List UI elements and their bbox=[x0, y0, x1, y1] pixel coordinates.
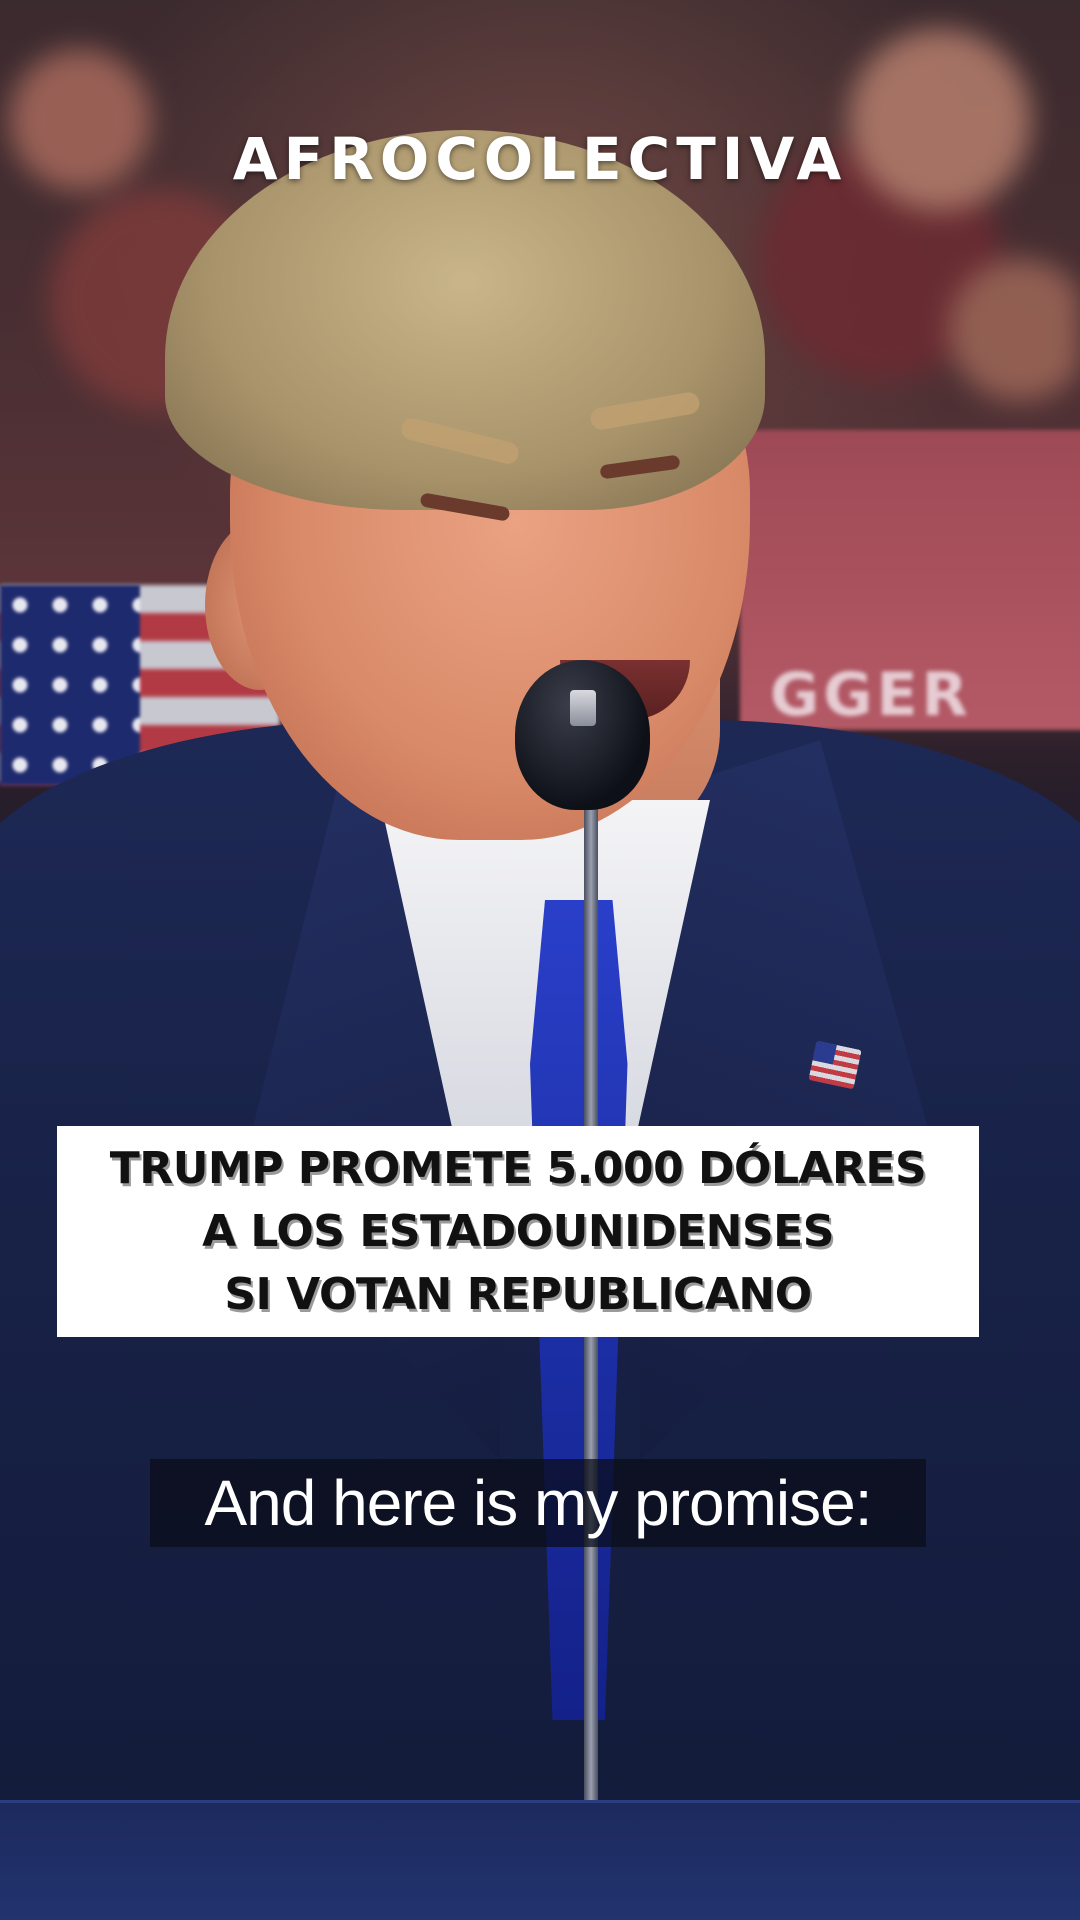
podium bbox=[0, 1800, 1080, 1920]
subtitle-text: And here is my promise: bbox=[204, 1467, 872, 1539]
headline-line: TRUMP PROMETE 5.000 DÓLARES bbox=[109, 1143, 927, 1194]
american-flag-stars bbox=[0, 585, 140, 785]
rally-banner-text: GGER bbox=[770, 660, 972, 730]
subtitle-caption: And here is my promise: bbox=[150, 1459, 926, 1547]
headline-text: TRUMP PROMETE 5.000 DÓLARES A LOS ESTADO… bbox=[109, 1137, 927, 1326]
headline-banner: TRUMP PROMETE 5.000 DÓLARES A LOS ESTADO… bbox=[57, 1126, 979, 1337]
headline-line: SI VOTAN REPUBLICANO bbox=[224, 1269, 812, 1320]
microphone-icon bbox=[515, 660, 650, 810]
microphone-clip bbox=[570, 690, 596, 726]
headline-line: A LOS ESTADOUNIDENSES bbox=[202, 1206, 834, 1257]
brand-logo: AFROCOLECTIVA bbox=[232, 125, 848, 193]
video-frame[interactable]: GGER AFROCOLECTIVA TRUMP PROMETE 5.000 D… bbox=[0, 0, 1080, 1920]
